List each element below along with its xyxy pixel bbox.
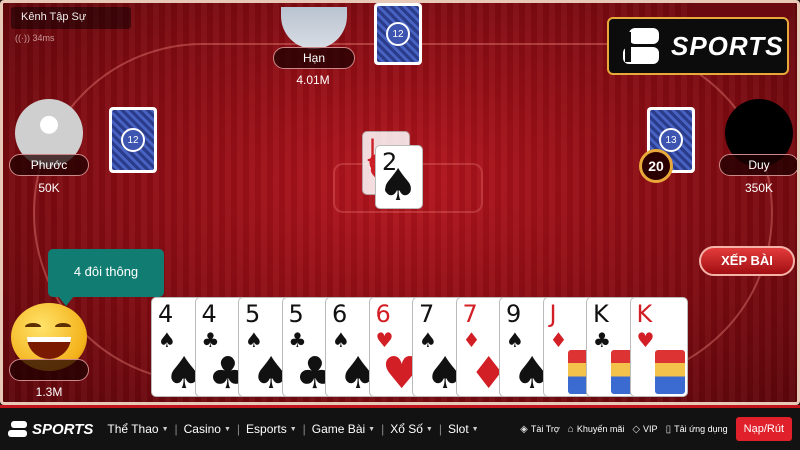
nav-menu-item[interactable]: Game Bài ▼ <box>306 422 381 436</box>
card-rank: J <box>549 300 557 328</box>
stage: Kênh Tập Sự ((·)) 34ms SPORTS Hạn 4.01M … <box>0 0 800 450</box>
card-rank: 4 <box>158 300 174 328</box>
top-bar <box>693 3 793 17</box>
brand-mark-icon <box>8 421 28 437</box>
deposit-button[interactable]: Nạp/Rút <box>735 417 792 441</box>
face-card-art <box>654 350 685 394</box>
card-rank: K <box>636 300 653 328</box>
card-suit: ♦ <box>549 328 568 352</box>
nav-menu-item[interactable]: Slot ▼ <box>442 422 485 436</box>
self-chips: 1.3M <box>35 385 63 399</box>
nav-link[interactable]: ▯ Tải ứng dụng <box>666 424 728 435</box>
player-top-cards: 12 <box>374 3 422 65</box>
playing-card[interactable]: 2 ♠ ♠ <box>375 145 423 209</box>
card-rank: 4 <box>201 300 217 328</box>
chevron-down-icon: ▼ <box>223 425 231 433</box>
player-left-name: Phước <box>9 154 89 176</box>
nav-menu-label: Thể Thao <box>107 422 159 436</box>
chat-bubble: 4 đôi thông <box>48 249 164 306</box>
nav-link-label: VIP <box>643 424 658 434</box>
player-right-chips: 350K <box>744 181 774 195</box>
card-rank: 7 <box>419 300 435 328</box>
nav-menu-item[interactable]: Esports ▼ <box>240 422 303 436</box>
card-rank: K <box>593 300 609 328</box>
card-rank: 5 <box>288 300 304 328</box>
channel-label: Kênh Tập Sự <box>11 7 131 29</box>
nav-menu-item[interactable]: Xổ Số ▼ <box>384 422 439 436</box>
player-right-name: Duy <box>719 154 797 176</box>
player-left-chips: 50K <box>38 181 60 195</box>
nav-link-label: Tải ứng dụng <box>674 424 728 434</box>
nav-logo-text: SPORTS <box>32 420 94 438</box>
ping-value: 34ms <box>32 33 55 43</box>
brand-mark-icon <box>623 28 663 64</box>
brand-name: SPORTS <box>671 30 784 61</box>
nav-menu-label: Xổ Số <box>390 422 423 436</box>
card-rank: 6 <box>332 300 348 328</box>
ping-indicator: ((·)) 34ms <box>15 33 55 43</box>
chevron-down-icon: ▼ <box>471 425 479 433</box>
card-rank: 9 <box>506 300 522 328</box>
tag-icon: ⌂ <box>567 423 574 435</box>
nav-link[interactable]: ◈ Tài Trợ <box>520 424 560 435</box>
diamond-icon: ◇ <box>632 423 641 435</box>
card-pip: ♠ <box>378 160 418 209</box>
player-left-cards: 12 <box>109 107 157 173</box>
player-left-card-count: 12 <box>121 128 145 152</box>
nav-logo[interactable]: SPORTS <box>8 421 93 438</box>
nav-menu-label: Esports <box>246 422 287 436</box>
brand-logo: SPORTS <box>607 17 789 75</box>
player-top-card-count: 12 <box>386 22 410 46</box>
card-rank: 7 <box>462 300 478 328</box>
playing-card[interactable]: K ♥ <box>629 297 688 397</box>
nav-menu-label: Slot <box>447 422 469 436</box>
nav-menu-item[interactable]: Casino ▼ <box>178 422 237 436</box>
player-top-chips: 4.01M <box>296 73 330 87</box>
card-suit: ♣ <box>593 328 611 352</box>
turn-timer: 20 <box>639 149 673 183</box>
sort-cards-button[interactable]: XẾP BÀI <box>699 246 795 276</box>
player-right-card-count: 13 <box>659 128 683 152</box>
chevron-down-icon: ▼ <box>368 425 376 433</box>
phone-icon: ▯ <box>665 423 672 435</box>
chevron-down-icon: ▼ <box>289 425 297 433</box>
nav-menu: Thể Thao ▼ | Casino ▼ | Esports ▼ | Game Bài ▼ | Xổ … <box>101 422 484 436</box>
nav-menu-item[interactable]: Thể Thao ▼ <box>101 422 174 436</box>
player-top-name: Hạn <box>273 47 355 69</box>
nav-link[interactable]: ◇ VIP <box>632 424 657 435</box>
nav-link[interactable]: ⌂ Khuyến mãi <box>568 424 625 435</box>
nav-menu-label: Game Bài <box>311 422 366 436</box>
nav-links: ◈ Tài Trợ ⌂ Khuyến mãi ◇ VIP ▯ Tải ứng dụng <box>520 424 727 435</box>
wifi-icon: ((·)) <box>15 33 30 43</box>
chevron-down-icon: ▼ <box>161 425 169 433</box>
site-nav: SPORTS Thể Thao ▼ | Casino ▼ | Esports ▼ | Game B… <box>0 405 800 450</box>
card-rank: 5 <box>245 300 261 328</box>
nav-link-label: Khuyến mãi <box>576 424 625 434</box>
nav-menu-label: Casino <box>183 422 221 436</box>
nav-link-label: Tài Trợ <box>530 424 560 434</box>
game-table: Kênh Tập Sự ((·)) 34ms SPORTS Hạn 4.01M … <box>0 0 800 405</box>
card-suit: ♥ <box>636 328 655 352</box>
self-plate <box>9 359 89 381</box>
chevron-down-icon: ▼ <box>425 425 433 433</box>
card-rank: 6 <box>375 300 391 328</box>
shield-icon: ◈ <box>520 423 528 435</box>
